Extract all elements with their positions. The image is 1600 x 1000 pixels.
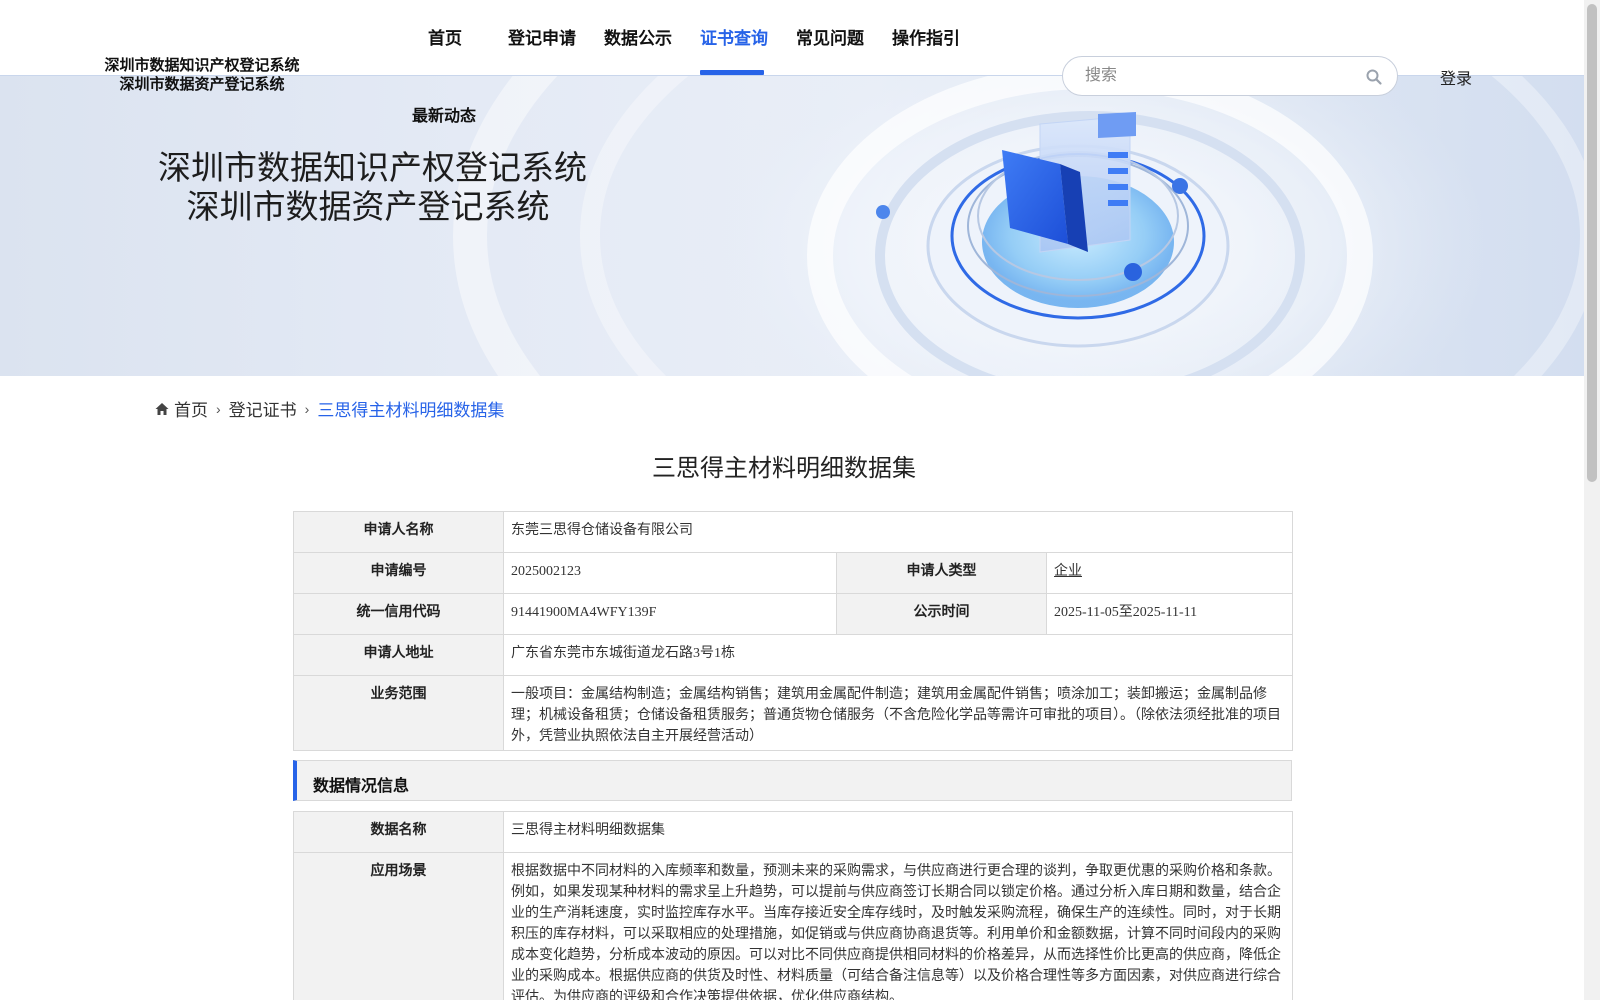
table-row: 业务范围 一般项目：金属结构制造；金属结构销售；建筑用金属配件制造；建筑用金属配… (293, 675, 1294, 751)
nav-item-latest-news[interactable]: 最新动态 (412, 102, 476, 126)
banner-title-line-1: 深圳市数据知识产权登记系统 (158, 151, 587, 187)
applicant-address-label: 申请人地址 (293, 634, 504, 676)
page-scrollbar[interactable] (1584, 0, 1600, 1000)
breadcrumb-certificates[interactable]: 登记证书 (229, 396, 297, 421)
home-icon[interactable] (155, 402, 169, 416)
data-name-value: 三思得主材料明细数据集 (503, 811, 1293, 853)
publicity-time-label: 公示时间 (836, 593, 1047, 635)
breadcrumb-current: 三思得主材料明细数据集 (317, 401, 505, 420)
applicant-name-value: 东莞三思得仓储设备有限公司 (502, 511, 1294, 553)
search-input[interactable] (1085, 65, 1345, 87)
applicant-address-value: 广东省东莞市东城街道龙石路3号1栋 (502, 634, 1294, 676)
nav-item-faq[interactable]: 常见问题 (796, 24, 864, 49)
search-box (1062, 56, 1398, 96)
breadcrumb: 首页 › 登记证书 › 三思得主材料明细数据集 (155, 396, 504, 421)
logo-line-2: 深圳市数据资产登记系统 (119, 77, 285, 93)
applicant-info-table: 申请人名称 东莞三思得仓储设备有限公司 申请编号 2025002123 申请人类… (293, 511, 1294, 751)
breadcrumb-separator: › (216, 400, 221, 417)
page-title: 三思得主材料明细数据集 (0, 448, 1584, 483)
data-info-section-header: 数据情况信息 (293, 760, 1292, 801)
search-icon[interactable] (1365, 68, 1383, 86)
breadcrumb-separator: › (304, 400, 310, 417)
banner-title: 深圳市数据知识产权登记系统 深圳市数据资产登记系统 (158, 150, 587, 228)
table-row: 统一信用代码 91441900MA4WFY139F 公示时间 2025-11-0… (293, 593, 1294, 635)
application-number-label: 申请编号 (293, 552, 504, 594)
table-row: 申请编号 2025002123 申请人类型 企业 (293, 552, 1294, 594)
table-row: 数据名称 三思得主材料明细数据集 (293, 811, 1293, 853)
applicant-type-value: 企业 (1054, 564, 1082, 579)
table-row: 申请人名称 东莞三思得仓储设备有限公司 (293, 511, 1294, 553)
scrollbar-thumb[interactable] (1587, 4, 1597, 482)
logo-line-1: 深圳市数据知识产权登记系统 (104, 58, 300, 74)
login-link[interactable]: 登录 (1440, 65, 1472, 89)
nav-item-home[interactable]: 首页 (428, 24, 462, 49)
site-logo[interactable]: 深圳市数据知识产权登记系统 深圳市数据资产登记系统 (92, 57, 312, 95)
application-number-value: 2025002123 (503, 552, 837, 594)
breadcrumb-home[interactable]: 首页 (174, 396, 208, 421)
nav-item-registration[interactable]: 登记申请 (508, 24, 576, 49)
applicant-name-label: 申请人名称 (293, 511, 504, 553)
table-row: 应用场景 根据数据中不同材料的入库频率和数量，预测未来的采购需求，与供应商进行更… (293, 852, 1293, 1000)
page-title-text: 三思得主材料明细数据集 (652, 456, 916, 482)
business-scope-value: 一般项目：金属结构制造；金属结构销售；建筑用金属配件制造；建筑用金属配件销售；喷… (502, 675, 1294, 751)
banner-title-line-2: 深圳市数据资产登记系统 (186, 190, 550, 226)
application-scenario-label: 应用场景 (293, 852, 504, 1000)
data-info-table: 数据名称 三思得主材料明细数据集 应用场景 根据数据中不同材料的入库频率和数量，… (293, 811, 1293, 1000)
applicant-type-cell: 企业 (1045, 552, 1294, 594)
data-name-label: 数据名称 (293, 811, 504, 853)
table-row: 申请人地址 广东省东莞市东城街道龙石路3号1栋 (293, 634, 1294, 676)
nav-item-certificate-query[interactable]: 证书查询 (700, 24, 768, 49)
application-scenario-value: 根据数据中不同材料的入库频率和数量，预测未来的采购需求，与供应商进行更合理的谈判… (503, 852, 1293, 1000)
credit-code-label: 统一信用代码 (293, 593, 504, 635)
business-scope-label: 业务范围 (293, 675, 504, 751)
nav-item-guide[interactable]: 操作指引 (892, 24, 960, 49)
applicant-type-label: 申请人类型 (836, 552, 1047, 594)
publicity-time-value: 2025-11-05至2025-11-11 (1045, 593, 1294, 635)
nav-active-indicator (700, 70, 764, 75)
credit-code-value: 91441900MA4WFY139F (503, 593, 837, 635)
nav-item-data-publicity[interactable]: 数据公示 (604, 24, 672, 49)
hero-banner: 深圳市数据知识产权登记系统 深圳市数据资产登记系统 (0, 76, 1584, 376)
